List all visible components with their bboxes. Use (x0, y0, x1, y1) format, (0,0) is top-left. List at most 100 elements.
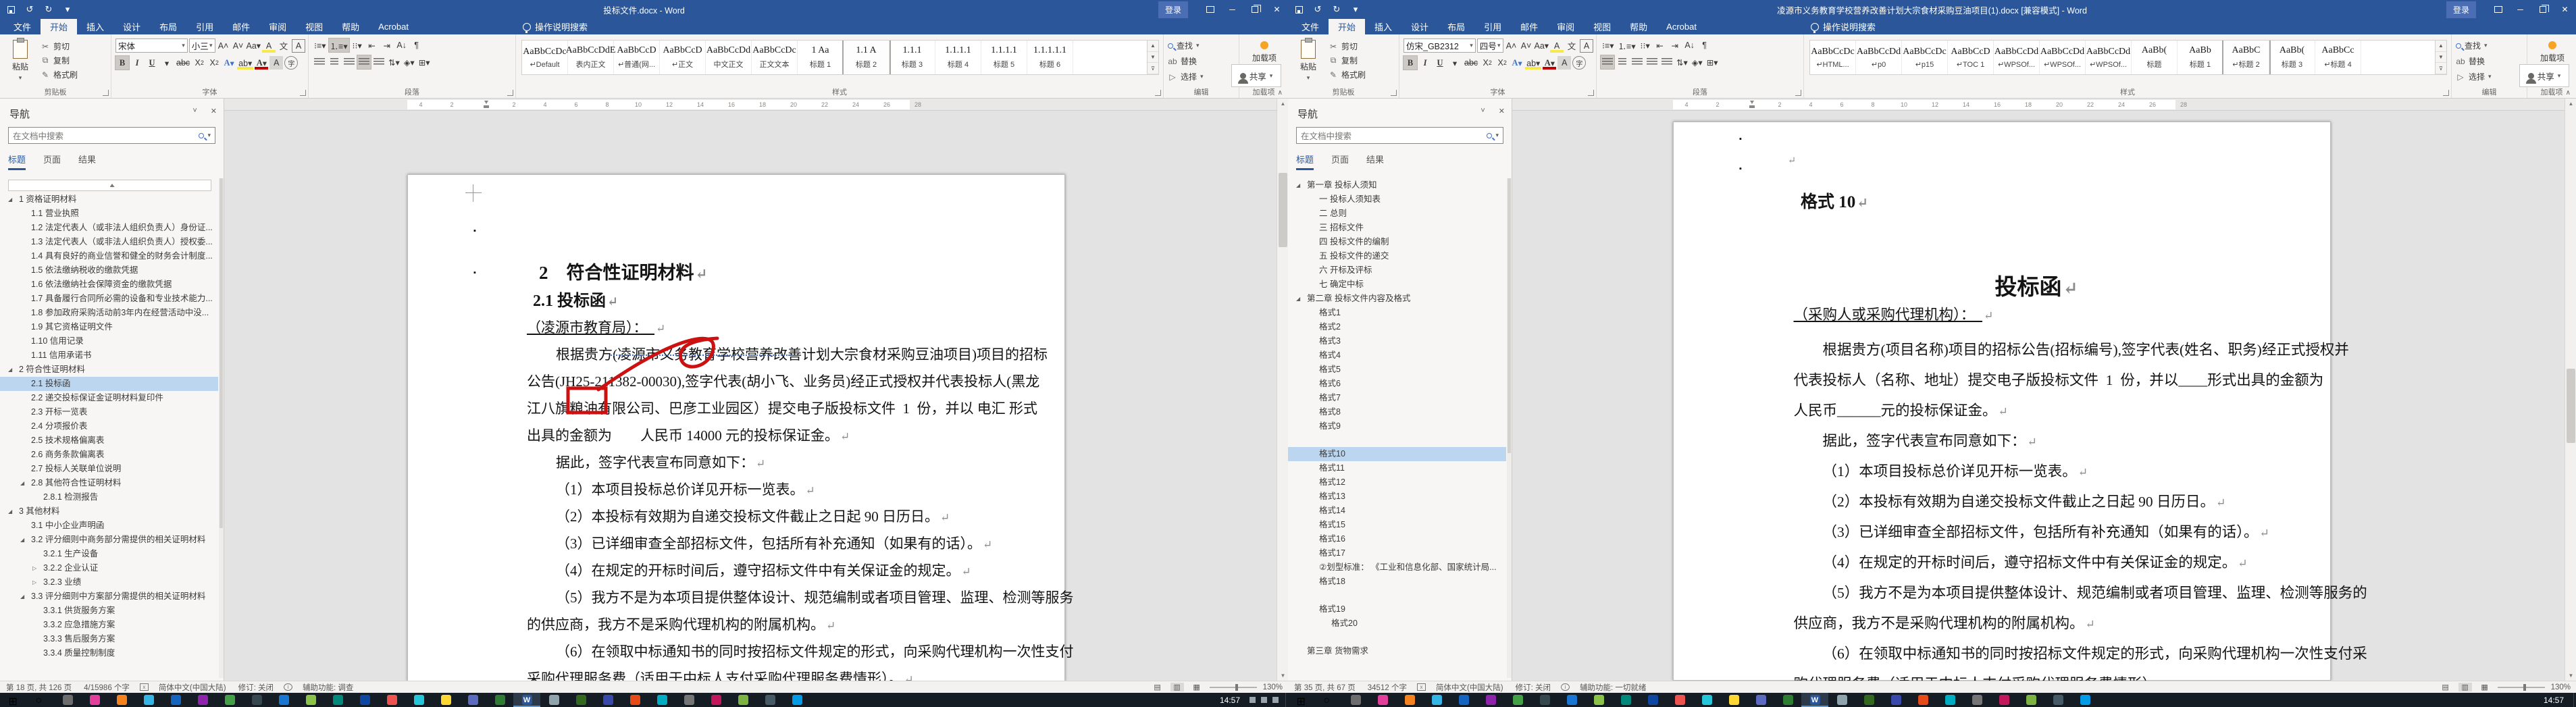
nav-heading-item[interactable]: ◢ 2.8 其他符合性证明材料 (0, 476, 218, 490)
nav-heading-item[interactable]: 1.3 法定代表人（或非法人组织负责人）授权委... (0, 235, 218, 249)
close-button[interactable]: ✕ (1266, 0, 1288, 19)
tree-arrow-icon[interactable]: ◢ (8, 363, 12, 377)
taskbar-app-icon[interactable] (297, 693, 324, 707)
align-center-icon[interactable] (1616, 55, 1629, 69)
superscript-button[interactable]: X2 (207, 56, 221, 70)
scroll-down-icon[interactable]: ▼ (2565, 671, 2576, 681)
styles-dialog-launcher[interactable] (2443, 90, 2449, 96)
taskbar-app-icon[interactable] (648, 693, 675, 707)
style-tile[interactable]: 1.1.1.1 标题 4 (935, 41, 981, 74)
nav-heading-item[interactable]: 格式8 (1288, 405, 1506, 419)
taskbar-app-icon[interactable] (1639, 693, 1666, 707)
ribbon-tab[interactable]: Acrobat (369, 19, 418, 34)
nav-heading-item[interactable]: 3.3.2 应急措施方案 (0, 618, 218, 632)
line-spacing-icon[interactable]: ⇅▾ (387, 55, 401, 69)
nav-heading-item[interactable]: 格式3 (1288, 334, 1506, 348)
taskbar-app-icon[interactable] (756, 693, 783, 707)
nav-tab[interactable]: 页面 (43, 153, 61, 170)
taskbar-app-icon[interactable] (1909, 693, 1936, 707)
nav-heading-item[interactable]: ▷ 3.2.2 企业认证 (0, 561, 218, 575)
strikethrough-button[interactable]: abc (175, 56, 191, 70)
taskbar-app-icon[interactable] (432, 693, 459, 707)
addins-button[interactable]: 加载项 (1252, 52, 1277, 63)
select-button[interactable]: ▷ 选择 ▾ (1168, 71, 1236, 82)
track-changes-indicator[interactable]: 修订: 关闭 (1510, 682, 1557, 693)
nav-heading-item[interactable]: 五 投标文件的递交 (1288, 249, 1506, 263)
indent-marker[interactable] (484, 101, 490, 108)
accessibility-status[interactable]: 辅助功能: 调查 (297, 682, 359, 693)
language-indicator[interactable]: 简体中文(中国大陆) (153, 682, 232, 693)
font-dialog-launcher[interactable] (1588, 90, 1594, 96)
taskbar-app-icon[interactable] (243, 693, 270, 707)
taskbar-app-icon[interactable]: ⊞ (1288, 693, 1315, 707)
word-count[interactable]: 34512 个字 (1362, 682, 1413, 693)
signin-button[interactable]: 登录 (1158, 1, 1188, 18)
sort-icon[interactable]: A↓ (1683, 38, 1697, 52)
zoom-level[interactable]: 130% (2551, 683, 2571, 691)
nav-heading-item[interactable]: ◢ 第一章 投标人须知 (1288, 178, 1506, 192)
taskbar-app-icon[interactable]: ○ (1315, 693, 1342, 707)
taskbar-app-icon[interactable] (1882, 693, 1909, 707)
taskbar-app-icon[interactable] (324, 693, 351, 707)
shading-icon[interactable]: A (269, 56, 284, 70)
ribbon-tab[interactable]: 设计 (113, 19, 150, 34)
ribbon-tab[interactable]: 引用 (186, 19, 223, 34)
nav-heading-item[interactable]: 1.10 信用记录 (0, 334, 218, 348)
tree-arrow-icon[interactable]: ◢ (20, 590, 24, 604)
line-spacing-icon[interactable]: ⇅▾ (1675, 55, 1689, 69)
accessibility-status[interactable]: 辅助功能: 一切就绪 (1574, 682, 1652, 693)
taskbar-app-icon[interactable] (135, 693, 162, 707)
nav-scrollbar[interactable] (219, 178, 224, 678)
nav-heading-item[interactable]: 2.4 分项报价表 (0, 419, 218, 434)
align-center-icon[interactable] (328, 55, 341, 69)
numbering-icon[interactable]: ⒈≡▾ (1617, 38, 1637, 52)
zoom-slider[interactable] (1209, 683, 1257, 691)
save-icon[interactable] (1293, 4, 1304, 15)
nav-heading-item[interactable]: 1.2 法定代表人（或非法人组织负责人）身份证... (0, 221, 218, 235)
format-painter-button[interactable]: ✎ 格式刷 (1329, 69, 1366, 80)
styles-gallery-more-icon[interactable]: ⊽ (1148, 63, 1158, 75)
taskbar-app-icon[interactable] (189, 693, 216, 707)
decrease-indent-icon[interactable]: ⇤ (365, 38, 379, 52)
ribbon-tab[interactable]: 布局 (1438, 19, 1474, 34)
nav-tab[interactable]: 标题 (1296, 153, 1314, 170)
taskbar-app-icon[interactable] (351, 693, 378, 707)
taskbar-app-icon[interactable] (621, 693, 648, 707)
taskbar-app-icon[interactable] (1585, 693, 1612, 707)
text-effects-icon[interactable]: A ▾ (1510, 56, 1524, 70)
cut-button[interactable]: ✂ 剪切 (41, 41, 78, 52)
distribute-icon[interactable] (372, 55, 386, 69)
minimize-button[interactable]: ─ (1221, 0, 1243, 19)
nav-heading-item[interactable]: 1.7 具备履行合同所必需的设备和专业技术能力... (0, 292, 218, 306)
scrollbar-thumb[interactable] (2567, 369, 2575, 443)
redo-icon[interactable]: ↻ (1331, 4, 1342, 15)
taskbar-app-icon[interactable] (1477, 693, 1504, 707)
font-color-icon[interactable]: A ▾ (1543, 56, 1556, 70)
ribbon-tab[interactable]: 引用 (1474, 19, 1511, 34)
zoom-level[interactable]: 130% (1263, 683, 1283, 691)
multilevel-list-icon[interactable]: ⁝⁝▾ (351, 38, 364, 52)
tree-arrow-icon[interactable]: ▷ (32, 575, 36, 590)
undo-icon[interactable]: ↺ (1312, 4, 1323, 15)
nav-scrollbar[interactable] (1507, 178, 1512, 678)
qat-customize-icon[interactable]: ▾ (62, 4, 73, 15)
nav-heading-item[interactable]: 格式7 (1288, 391, 1506, 405)
tree-arrow-icon[interactable]: ◢ (20, 533, 24, 547)
nav-heading-item[interactable]: 格式1 (1288, 306, 1506, 320)
nav-heading-item[interactable]: ◢ 3 其他材料 (0, 504, 218, 519)
scroll-up-icon[interactable]: ▲ (1277, 99, 1288, 109)
nav-heading-item[interactable] (1288, 434, 1506, 447)
tree-arrow-icon[interactable]: ◢ (8, 504, 12, 519)
taskbar-app-icon[interactable] (1531, 693, 1558, 707)
nav-heading-item[interactable]: ◢ 3.3 评分细则中方案部分需提供的相关证明材料 (0, 590, 218, 604)
shrink-font-icon[interactable]: A˅ (1520, 39, 1533, 53)
styles-gallery-more-icon[interactable]: ⊽ (2436, 63, 2446, 75)
nav-heading-item[interactable]: 2.2 递交投标保证金证明材料复印件 (0, 391, 218, 405)
grow-font-icon[interactable]: A˄ (1505, 39, 1518, 53)
ribbon-tab[interactable]: 开始 (41, 19, 78, 34)
addin-icon[interactable] (2548, 41, 2556, 49)
underline-button[interactable]: U (145, 56, 159, 70)
styles-scroll-up-icon[interactable]: ▲ (2436, 41, 2446, 52)
replace-button[interactable]: ab 替换 (1168, 55, 1236, 67)
taskbar-app-icon[interactable] (1963, 693, 1990, 707)
